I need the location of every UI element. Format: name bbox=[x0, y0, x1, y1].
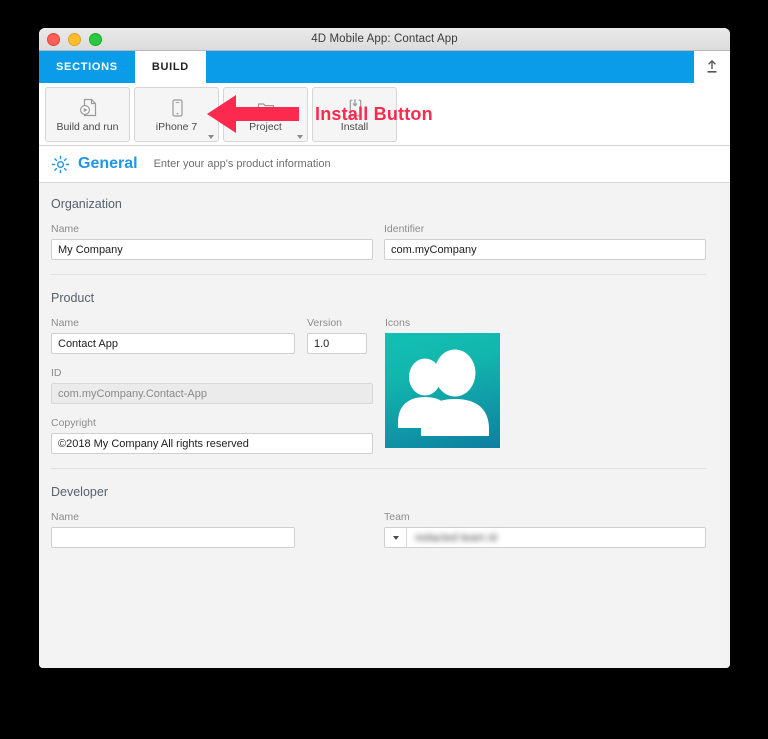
product-name-label: Name bbox=[51, 317, 80, 329]
device-selector-button[interactable]: iPhone 7 bbox=[134, 86, 219, 142]
tab-bar-spacer bbox=[206, 51, 694, 83]
developer-name-field: Name bbox=[51, 511, 384, 548]
organization-name-input[interactable] bbox=[51, 239, 373, 260]
organization-name-field: Name bbox=[51, 223, 384, 260]
developer-fields-row: Name Team redacted team id bbox=[51, 511, 706, 548]
build-toolbar: Build and run iPhone 7 Project Install I… bbox=[39, 83, 730, 146]
product-copyright-input[interactable] bbox=[51, 433, 373, 454]
organization-name-label: Name bbox=[51, 223, 80, 235]
section-header: General Enter your app's product informa… bbox=[39, 146, 730, 183]
phone-icon bbox=[166, 96, 188, 120]
organization-fields-row: Name Identifier bbox=[51, 223, 706, 260]
product-version-input[interactable] bbox=[307, 333, 367, 354]
tab-build[interactable]: BUILD bbox=[134, 51, 206, 83]
developer-team-value: redacted team id bbox=[415, 531, 497, 544]
product-group: Product Name ID Copyright Version Icons bbox=[51, 274, 706, 468]
page-subtitle: Enter your app's product information bbox=[153, 158, 331, 170]
close-window-button[interactable] bbox=[47, 32, 60, 46]
chevron-down-icon[interactable] bbox=[208, 134, 214, 139]
traffic-lights bbox=[39, 32, 102, 46]
product-left-column: Name ID Copyright bbox=[51, 317, 373, 454]
developer-group-title: Developer bbox=[51, 485, 108, 499]
tab-bar: SECTIONS BUILD bbox=[39, 51, 730, 83]
organization-identifier-input[interactable] bbox=[384, 239, 706, 260]
chevron-down-icon[interactable] bbox=[297, 134, 303, 139]
general-settings-form: Organization Name Identifier Product Nam… bbox=[39, 183, 730, 668]
folder-icon bbox=[255, 96, 277, 120]
developer-team-field: Team redacted team id bbox=[384, 511, 706, 548]
build-and-run-label: Build and run bbox=[56, 120, 119, 133]
product-fields-row: Name ID Copyright Version Icons bbox=[51, 317, 706, 454]
product-name-input[interactable] bbox=[51, 333, 295, 354]
developer-team-select[interactable]: redacted team id bbox=[384, 527, 706, 548]
install-label: Install bbox=[340, 120, 369, 133]
contacts-app-icon[interactable] bbox=[385, 333, 500, 448]
product-group-title: Product bbox=[51, 291, 95, 305]
page-title: General bbox=[78, 155, 138, 172]
developer-group: Developer Name Team redacted team id bbox=[51, 468, 706, 562]
gear-icon bbox=[51, 155, 70, 174]
build-and-run-button[interactable]: Build and run bbox=[45, 86, 130, 142]
product-version-field: Version bbox=[307, 317, 385, 354]
install-button[interactable]: Install bbox=[312, 86, 397, 142]
developer-name-label: Name bbox=[51, 511, 80, 523]
developer-team-label: Team bbox=[384, 511, 410, 523]
product-copyright-label: Copyright bbox=[51, 417, 96, 429]
developer-name-input[interactable] bbox=[51, 527, 295, 548]
tab-sections[interactable]: SECTIONS bbox=[39, 51, 135, 83]
product-id-input bbox=[51, 383, 373, 404]
device-selector-label: iPhone 7 bbox=[155, 120, 198, 133]
upload-button[interactable] bbox=[694, 51, 730, 83]
app-window: 4D Mobile App: Contact App SECTIONS BUIL… bbox=[39, 28, 730, 668]
product-icons-field: Icons bbox=[385, 317, 500, 448]
window-title: 4D Mobile App: Contact App bbox=[311, 33, 458, 45]
product-version-label: Version bbox=[307, 317, 343, 329]
product-id-label: ID bbox=[51, 367, 62, 379]
organization-identifier-label: Identifier bbox=[384, 223, 425, 235]
window-titlebar: 4D Mobile App: Contact App bbox=[39, 28, 730, 51]
contacts-people-glyph bbox=[398, 349, 489, 436]
project-selector-label: Project bbox=[249, 120, 282, 133]
organization-group: Organization Name Identifier bbox=[51, 197, 706, 274]
project-selector-button[interactable]: Project bbox=[223, 86, 308, 142]
document-play-icon bbox=[77, 96, 99, 120]
upload-icon bbox=[707, 60, 717, 73]
organization-group-title: Organization bbox=[51, 197, 122, 211]
minimize-window-button[interactable] bbox=[68, 32, 81, 46]
chevron-down-icon[interactable] bbox=[385, 528, 407, 547]
phone-download-icon bbox=[344, 96, 366, 120]
product-icons-label: Icons bbox=[385, 317, 411, 329]
maximize-window-button[interactable] bbox=[89, 32, 102, 46]
organization-identifier-field: Identifier bbox=[384, 223, 706, 260]
